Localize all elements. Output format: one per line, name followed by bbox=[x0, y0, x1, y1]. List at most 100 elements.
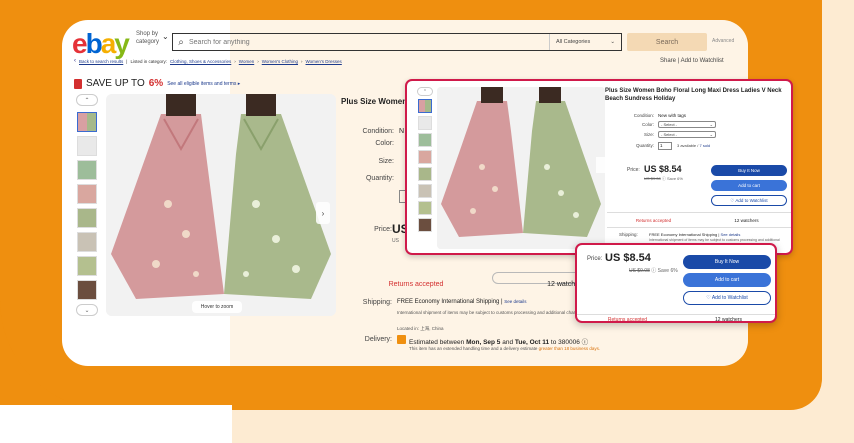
thumbnail[interactable] bbox=[77, 136, 97, 156]
price-value: US $8.54 bbox=[605, 252, 651, 264]
shipping-value: FREE Economy International Shipping | Se… bbox=[649, 232, 741, 237]
main-product-image[interactable] bbox=[437, 87, 605, 249]
thumbnail[interactable] bbox=[77, 112, 97, 132]
info-icon: ⓘ bbox=[651, 268, 657, 274]
product-title: Plus Size Women Boho Floral Long Maxi Dr… bbox=[341, 97, 405, 106]
hover-to-zoom-label: Hover to zoom bbox=[192, 301, 242, 313]
divider bbox=[607, 227, 791, 228]
size-label: Size: bbox=[378, 158, 394, 165]
condition-label: Condition: bbox=[362, 128, 394, 135]
quantity-label: Quantity: bbox=[635, 143, 654, 148]
returns-accepted: Returns accepted bbox=[635, 217, 672, 223]
returns-watchers-row: Returns accepted 12 watchers bbox=[577, 315, 775, 323]
price-value: US $8.54 bbox=[644, 164, 682, 174]
breadcrumb-item[interactable]: Women's Dresses bbox=[306, 59, 342, 64]
buy-it-now-button[interactable]: Buy It Now bbox=[711, 165, 787, 176]
shipping-label: Shipping: bbox=[619, 232, 638, 237]
back-to-results-link[interactable]: Back to search results bbox=[79, 59, 123, 64]
category-select[interactable]: All Categories ⌄ bbox=[549, 34, 621, 50]
chevron-down-icon[interactable]: ⌄ bbox=[76, 304, 98, 316]
add-watchlist-link[interactable]: Add to Watchlist bbox=[681, 58, 724, 64]
ebay-header: ebay Shop bycategory ⌄ ⌕ All Categories⌄… bbox=[62, 20, 748, 60]
advanced-link[interactable]: Advanced bbox=[712, 38, 734, 44]
thumbnail-strip: ⌃ ⌄ bbox=[76, 94, 98, 322]
share-watchlist-links: Share | Add to Watchlist bbox=[660, 58, 724, 64]
chevron-up-icon[interactable]: ⌃ bbox=[417, 87, 433, 96]
color-label: Color: bbox=[641, 122, 654, 127]
buy-it-now-button[interactable]: Buy It Now bbox=[683, 255, 771, 269]
white-bottom-corner bbox=[0, 405, 232, 443]
see-details-link[interactable]: See details bbox=[721, 232, 741, 237]
sold-link[interactable]: 7 sold bbox=[699, 143, 710, 148]
delivery-estimate: Estimated between Mon, Sep 5 and Tue, Oc… bbox=[409, 339, 589, 346]
add-to-watchlist-button[interactable]: ♡ Add to Watchlist bbox=[711, 195, 787, 206]
chevron-down-icon: ⌄ bbox=[709, 122, 713, 127]
divider bbox=[607, 212, 791, 213]
availability: 3 available / 7 sold bbox=[677, 143, 711, 148]
zoomed-listing-panel: ⌃ Plus Size Women Boho Floral Long Maxi … bbox=[405, 79, 793, 255]
add-to-cart-button[interactable]: Add to cart bbox=[711, 180, 787, 191]
ebay-logo[interactable]: ebay bbox=[72, 28, 130, 60]
price-old: US $9.08 ⓘ Save 6% bbox=[644, 176, 683, 181]
chevron-up-icon[interactable]: ⌃ bbox=[76, 94, 98, 106]
add-to-cart-button[interactable]: Add to cart bbox=[683, 273, 771, 287]
thumbnail-strip: ⌃ bbox=[417, 87, 433, 235]
shipping-note: International shipment of items may be s… bbox=[649, 238, 780, 242]
shop-by-category[interactable]: Shop by category bbox=[136, 30, 159, 46]
thumbnail[interactable] bbox=[418, 116, 432, 130]
breadcrumb-item[interactable]: Clothing, Shoes & Accessories bbox=[170, 59, 231, 64]
returns-accepted: Returns accepted bbox=[607, 317, 648, 323]
thumbnail[interactable] bbox=[418, 150, 432, 164]
thumbnail[interactable] bbox=[418, 99, 432, 113]
search-bar: ⌕ All Categories⌄ bbox=[172, 33, 622, 51]
cream-right-strip bbox=[822, 0, 854, 443]
item-location: Located in: 上海, China bbox=[397, 326, 444, 331]
breadcrumb-item[interactable]: Women's Clothing bbox=[262, 59, 298, 64]
dress-photo bbox=[106, 94, 336, 316]
share-link[interactable]: Share bbox=[660, 58, 676, 64]
price-old: US bbox=[392, 238, 399, 244]
size-select[interactable]: - Select - ⌄ bbox=[658, 131, 716, 138]
search-button[interactable]: Search bbox=[627, 33, 707, 51]
watchers-count: 12 watchers bbox=[715, 317, 742, 323]
tag-icon bbox=[74, 78, 82, 89]
condition-value: New with tags bbox=[658, 113, 687, 118]
add-to-watchlist-button[interactable]: ♡ Add to Watchlist bbox=[683, 291, 771, 305]
search-input[interactable] bbox=[189, 38, 549, 46]
eligible-items-link[interactable]: See all eligible items and terms ▸ bbox=[167, 81, 240, 87]
search-icon: ⌕ bbox=[178, 36, 184, 48]
listed-in-label: Listed in category: bbox=[130, 58, 167, 64]
thumbnail[interactable] bbox=[77, 232, 97, 252]
thumbnail[interactable] bbox=[418, 184, 432, 198]
returns-watchers-row: Returns accepted 12 watchers bbox=[607, 215, 791, 225]
returns-accepted: Returns accepted bbox=[388, 280, 444, 288]
chevron-left-icon[interactable]: ‹ bbox=[74, 58, 76, 64]
thumbnail[interactable] bbox=[77, 256, 97, 276]
breadcrumb: ‹ Back to search results | Listed in cat… bbox=[74, 58, 342, 64]
thumbnail[interactable] bbox=[418, 167, 432, 181]
thumbnail[interactable] bbox=[418, 218, 432, 232]
condition-label: Condition: bbox=[633, 113, 654, 118]
main-product-image[interactable] bbox=[106, 94, 336, 316]
thumbnail[interactable] bbox=[77, 208, 97, 228]
product-title: Plus Size Women Boho Floral Long Maxi Dr… bbox=[605, 88, 782, 102]
thumbnail[interactable] bbox=[418, 201, 432, 215]
see-details-link[interactable]: See details bbox=[504, 299, 526, 304]
thumbnail[interactable] bbox=[77, 280, 97, 300]
quantity-input[interactable]: 1 bbox=[658, 142, 672, 150]
zoomed-price-panel: Price: US $8.54 US $9.08 ⓘ Save 6% Buy I… bbox=[575, 243, 777, 323]
info-icon: ⓘ bbox=[661, 176, 666, 181]
chevron-down-icon: ⌄ bbox=[709, 132, 713, 137]
dress-photo bbox=[437, 87, 605, 249]
chevron-down-icon[interactable]: ⌄ bbox=[162, 32, 169, 41]
color-select[interactable]: - Select - ⌄ bbox=[658, 121, 716, 128]
thumbnail[interactable] bbox=[418, 133, 432, 147]
chevron-right-icon[interactable]: › bbox=[316, 202, 330, 224]
info-icon[interactable]: ⓘ bbox=[582, 339, 589, 346]
size-label: Size: bbox=[643, 132, 654, 137]
thumbnail[interactable] bbox=[77, 160, 97, 180]
breadcrumb-item[interactable]: Women bbox=[239, 59, 254, 64]
watchers-count: 12 watchers bbox=[734, 217, 759, 223]
delivery-icon bbox=[397, 335, 406, 344]
thumbnail[interactable] bbox=[77, 184, 97, 204]
